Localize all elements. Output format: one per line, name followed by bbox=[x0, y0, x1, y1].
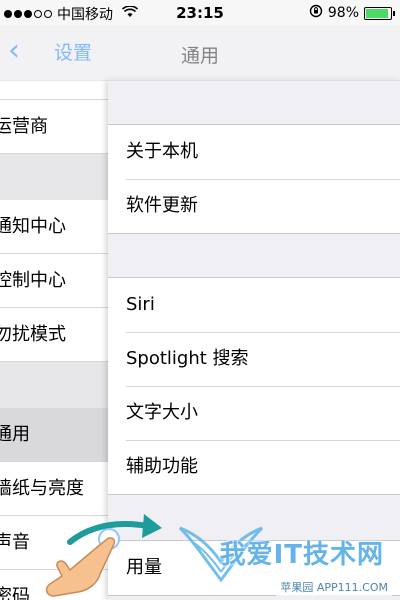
section-gap bbox=[0, 362, 108, 408]
row-label: Spotlight 搜索 bbox=[126, 348, 249, 369]
left-item-notification-center[interactable]: 通知中心 bbox=[0, 200, 108, 254]
left-item-label: 通知中心 bbox=[0, 216, 66, 237]
watermark: 我爱IT技术网 苹果园 APP111.COM bbox=[156, 516, 396, 598]
row-about[interactable]: 关于本机 bbox=[108, 125, 400, 179]
row-label: 文字大小 bbox=[126, 402, 198, 423]
section-gap bbox=[0, 154, 108, 200]
battery-percent: 98% bbox=[327, 5, 359, 21]
left-item-general[interactable]: 通用 bbox=[0, 408, 108, 462]
status-bar: 中国移动 23:15 98% bbox=[0, 0, 400, 26]
page-title: 通用 bbox=[180, 45, 219, 67]
list-item[interactable] bbox=[0, 80, 108, 100]
left-item-control-center[interactable]: 控制中心 bbox=[0, 254, 108, 308]
watermark-title: 我爱IT技术网 bbox=[219, 540, 384, 570]
battery-icon bbox=[364, 6, 395, 20]
watermark-subtitle: 苹果园 APP111.COM bbox=[276, 578, 392, 596]
pointing-hand-icon bbox=[45, 537, 116, 597]
row-spotlight-search[interactable]: Spotlight 搜索 bbox=[108, 332, 400, 386]
left-item-do-not-disturb[interactable]: 勿扰模式 bbox=[0, 308, 108, 362]
row-software-update[interactable]: 软件更新 bbox=[108, 179, 400, 233]
left-item-carrier[interactable]: 运营商 bbox=[0, 100, 108, 154]
left-item-label: 勿扰模式 bbox=[0, 324, 66, 345]
row-label: 软件更新 bbox=[126, 195, 198, 216]
left-item-label: 通用 bbox=[0, 424, 30, 445]
left-item-label: 运营商 bbox=[0, 116, 48, 137]
settings-group-about: 关于本机 软件更新 bbox=[108, 124, 400, 234]
swipe-gesture-hint bbox=[0, 480, 170, 600]
left-item-label: 控制中心 bbox=[0, 270, 66, 291]
status-right: 98% bbox=[309, 4, 395, 22]
rotation-lock-icon bbox=[309, 4, 323, 22]
row-label: 关于本机 bbox=[126, 141, 198, 162]
row-siri[interactable]: Siri bbox=[108, 278, 400, 332]
navigation-bar: ‹ 设置 通用 bbox=[0, 26, 400, 81]
row-label: Siri bbox=[126, 294, 155, 315]
row-text-size[interactable]: 文字大小 bbox=[108, 386, 400, 440]
settings-group-siri: Siri Spotlight 搜索 文字大小 辅助功能 bbox=[108, 277, 400, 495]
